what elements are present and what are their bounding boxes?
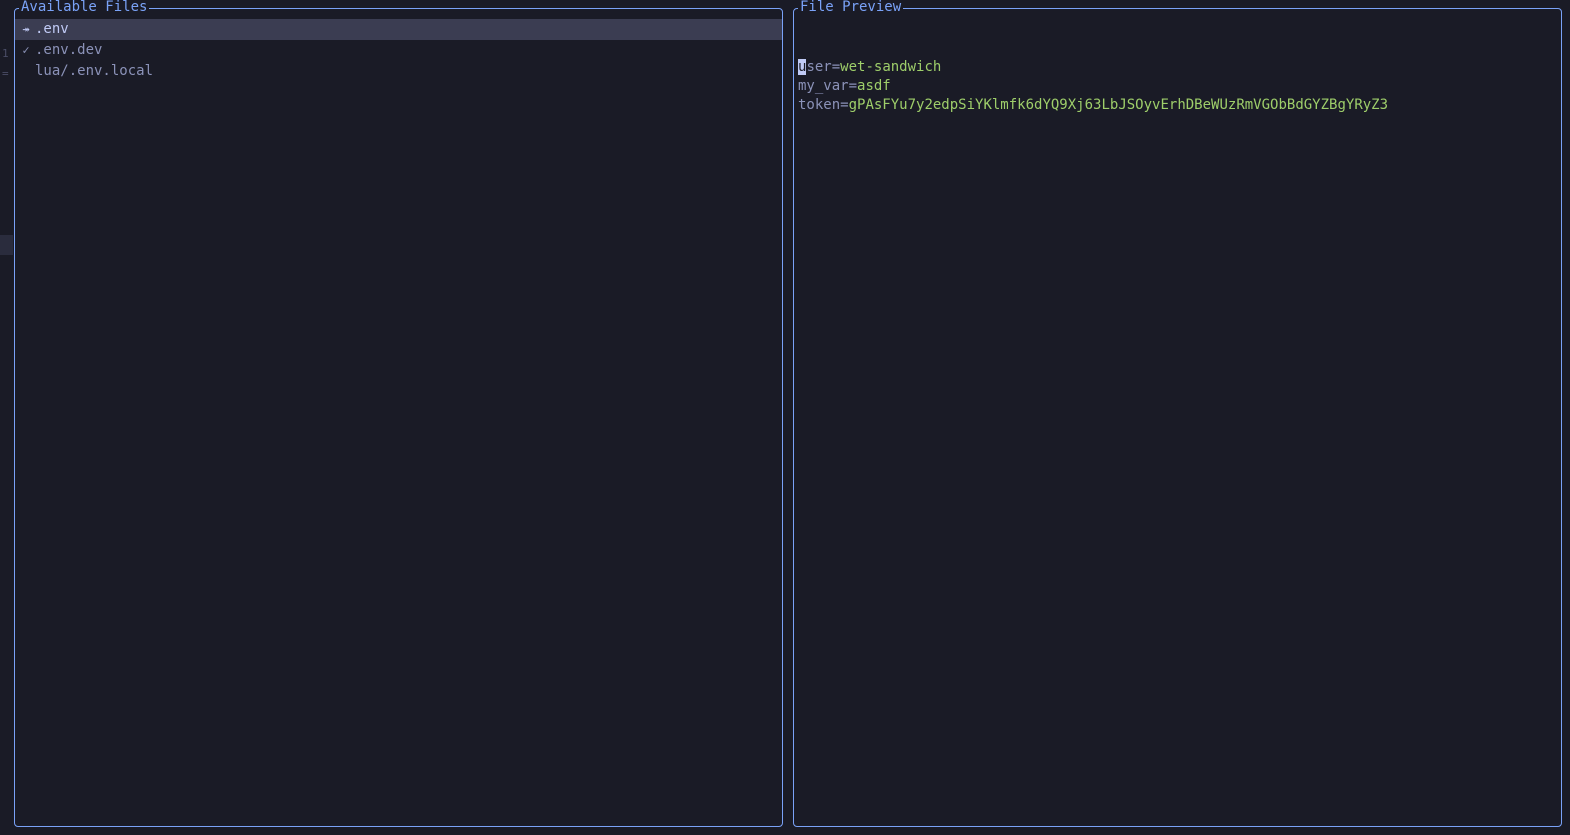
env-equals: = — [849, 78, 857, 94]
cursor: u — [798, 59, 806, 75]
file-name: lua/.env.local — [33, 62, 153, 81]
env-key: user — [798, 59, 832, 75]
file-preview-panel: File Preview user=wet-sandwichmy_var=asd… — [793, 8, 1562, 827]
preview-content: user=wet-sandwichmy_var=asdftoken=gPAsFY… — [794, 19, 1561, 116]
file-list: ↠.env✓.env.dev lua/.env.local — [15, 19, 782, 82]
gutter-line-number: 1 — [2, 47, 9, 60]
main-container: Available Files ↠.env✓.env.dev lua/.env.… — [0, 0, 1570, 835]
file-name: .env — [33, 20, 69, 39]
env-key: token — [798, 97, 840, 113]
preview-line: my_var=asdf — [798, 77, 1557, 96]
gutter-symbol: = — [2, 67, 9, 80]
file-name: .env.dev — [33, 41, 102, 60]
env-key: my_var — [798, 78, 849, 94]
preview-content-wrapper: user=wet-sandwichmy_var=asdftoken=gPAsFY… — [794, 9, 1561, 826]
preview-line: user=wet-sandwich — [798, 58, 1557, 77]
arrow-icon: ↠ — [19, 20, 33, 39]
file-item[interactable]: ✓.env.dev — [15, 40, 782, 61]
preview-line: token=gPAsFYu7y2edpSiYKlmfk6dYQ9Xj63LbJS… — [798, 96, 1557, 115]
env-value: wet-sandwich — [840, 59, 941, 75]
env-equals: = — [832, 59, 840, 75]
file-item[interactable]: lua/.env.local — [15, 61, 782, 82]
gutter-scroll-indicator — [0, 235, 13, 255]
available-files-title: Available Files — [19, 0, 149, 14]
file-list-content: ↠.env✓.env.dev lua/.env.local — [15, 9, 782, 826]
available-files-panel: Available Files ↠.env✓.env.dev lua/.env.… — [14, 8, 783, 827]
file-preview-title: File Preview — [798, 0, 903, 14]
env-value: asdf — [857, 78, 891, 94]
env-value: gPAsFYu7y2edpSiYKlmfk6dYQ9Xj63LbJSOyvErh… — [849, 97, 1388, 113]
env-equals: = — [840, 97, 848, 113]
check-icon: ✓ — [19, 41, 33, 60]
file-item[interactable]: ↠.env — [15, 19, 782, 40]
